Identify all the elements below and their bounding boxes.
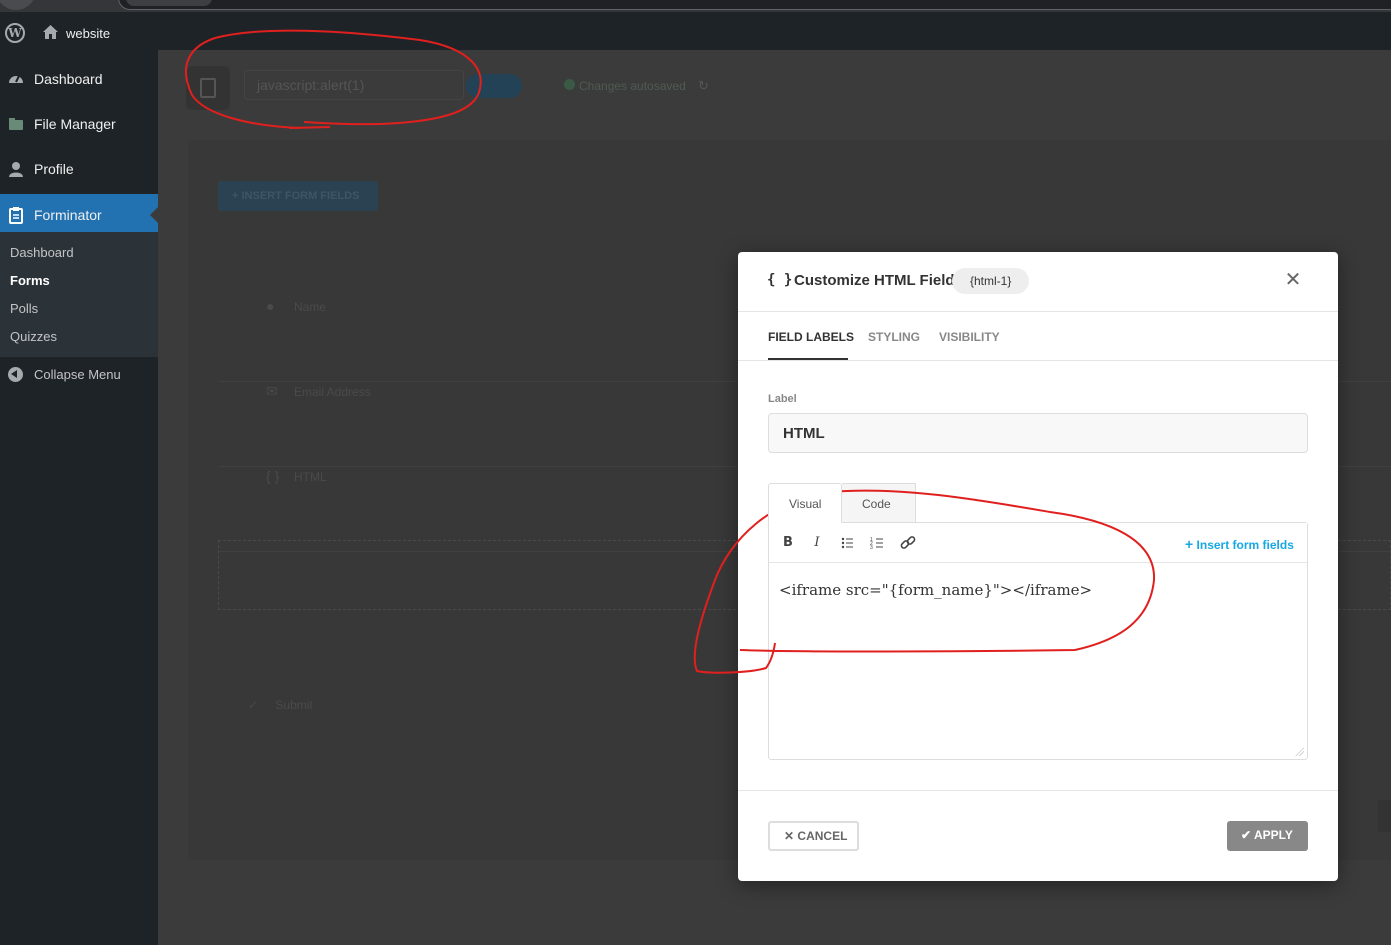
check-icon: ✓ <box>248 698 259 712</box>
admin-bar: W website <box>0 12 1391 50</box>
browser-tab-strip <box>0 0 1391 12</box>
tab-code[interactable]: Code <box>842 483 916 523</box>
builder-field-label: Name <box>294 300 327 314</box>
italic-icon[interactable]: I <box>807 533 827 553</box>
folder-icon <box>9 118 23 130</box>
customize-html-field-modal: { } Customize HTML Field {html-1} ✕ FIEL… <box>738 252 1338 881</box>
form-status-pill[interactable] <box>466 74 522 98</box>
insert-form-fields-button[interactable]: + INSERT FORM FIELDS <box>218 181 378 211</box>
collapse-menu-label: Collapse Menu <box>34 367 121 382</box>
svg-text:3: 3 <box>870 545 873 551</box>
apply-button[interactable]: ✔ APPLY <box>1227 821 1308 851</box>
sidebar-item-label: Forminator <box>34 207 102 223</box>
insert-form-fields-link[interactable]: + Insert form fields <box>1185 536 1294 552</box>
check-icon: ✔ <box>1241 828 1252 842</box>
modal-tabs: FIELD LABELS STYLING VISIBILITY <box>738 312 1338 361</box>
autosave-status: Changes autosaved <box>579 79 686 93</box>
builder-field-label: HTML <box>294 470 327 484</box>
tab-visibility[interactable]: VISIBILITY <box>939 330 1000 344</box>
home-icon[interactable] <box>42 24 59 40</box>
admin-sidebar: Dashboard File Manager Profile Forminato… <box>0 50 158 945</box>
braces-icon: { } <box>767 272 793 288</box>
builder-submit-row[interactable]: ✓ Submit <box>248 698 313 712</box>
editor-mode-tabs: Visual Code <box>768 483 1308 523</box>
submenu-item-quizzes[interactable]: Quizzes <box>10 329 57 344</box>
plus-icon: + <box>1185 536 1194 552</box>
editor-content[interactable]: <iframe src="{form_name}"></iframe> <box>779 581 1092 599</box>
insert-fields-label: Insert form fields <box>1196 538 1294 552</box>
refresh-icon[interactable]: ↻ <box>698 78 709 94</box>
form-title-input[interactable]: javascript:alert(1) <box>244 70 464 100</box>
sidebar-item-label: File Manager <box>34 116 116 132</box>
collapse-icon <box>8 367 23 382</box>
submenu-item-dashboard[interactable]: Dashboard <box>10 245 74 260</box>
label-caption: Label <box>768 393 797 405</box>
field-tag-badge: {html-1} <box>952 268 1030 294</box>
wordpress-logo-icon[interactable]: W <box>5 23 25 43</box>
browser-back-button[interactable] <box>0 0 36 10</box>
close-icon: ✕ <box>784 829 795 843</box>
tab-visual[interactable]: Visual <box>768 483 842 523</box>
label-input[interactable] <box>768 413 1308 453</box>
active-tab-indicator <box>768 358 848 360</box>
numbered-list-icon[interactable]: 123 <box>868 533 888 553</box>
user-icon <box>9 162 23 177</box>
submenu-item-polls[interactable]: Polls <box>10 301 38 316</box>
submenu-item-forms[interactable]: Forms <box>10 273 50 288</box>
site-name-link[interactable]: website <box>66 26 110 41</box>
modal-title: Customize HTML Field <box>794 272 955 289</box>
sidebar-item-profile[interactable]: Profile <box>0 148 158 190</box>
sidebar-item-dashboard[interactable]: Dashboard <box>0 58 158 100</box>
sidebar-item-label: Dashboard <box>34 71 103 87</box>
bold-icon[interactable]: B <box>778 533 798 553</box>
active-arrow <box>150 207 158 223</box>
html-editor[interactable]: B I 123 + Insert form fields <iframe src… <box>768 522 1308 760</box>
close-icon[interactable]: ✕ <box>1282 269 1304 291</box>
side-panel-handle[interactable] <box>1378 800 1391 832</box>
sidebar-item-file-manager[interactable]: File Manager <box>0 103 158 145</box>
apply-label: APPLY <box>1253 828 1293 842</box>
clipboard-icon <box>9 207 23 224</box>
bulleted-list-icon[interactable] <box>838 533 858 553</box>
builder-field-label: Email Address <box>294 385 371 399</box>
resize-handle-icon[interactable] <box>1295 747 1304 756</box>
tab-styling[interactable]: STYLING <box>868 330 920 344</box>
collapse-menu-button[interactable]: Collapse Menu <box>0 362 158 386</box>
sidebar-item-label: Profile <box>34 161 74 177</box>
modal-footer: ✕ CANCEL ✔ APPLY <box>738 790 1338 881</box>
user-icon: ● <box>266 298 275 314</box>
check-circle-icon <box>564 79 575 90</box>
dashboard-icon <box>9 75 23 83</box>
link-icon[interactable] <box>898 533 918 553</box>
form-type-icon <box>186 66 230 110</box>
browser-address-bar[interactable] <box>118 0 1391 10</box>
sidebar-item-forminator[interactable]: Forminator <box>0 194 158 236</box>
editor-toolbar: B I 123 + Insert form fields <box>769 523 1307 563</box>
cancel-label: CANCEL <box>797 829 848 843</box>
submit-label: Submit <box>275 698 313 712</box>
modal-header: { } Customize HTML Field {html-1} ✕ <box>738 252 1338 312</box>
braces-icon: { } <box>266 468 280 484</box>
cancel-button[interactable]: ✕ CANCEL <box>768 821 859 851</box>
mail-icon: ✉ <box>266 383 278 399</box>
browser-url-chip[interactable] <box>126 0 212 6</box>
forminator-submenu: Dashboard Forms Polls Quizzes <box>0 232 158 357</box>
tab-field-labels[interactable]: FIELD LABELS <box>768 330 854 344</box>
